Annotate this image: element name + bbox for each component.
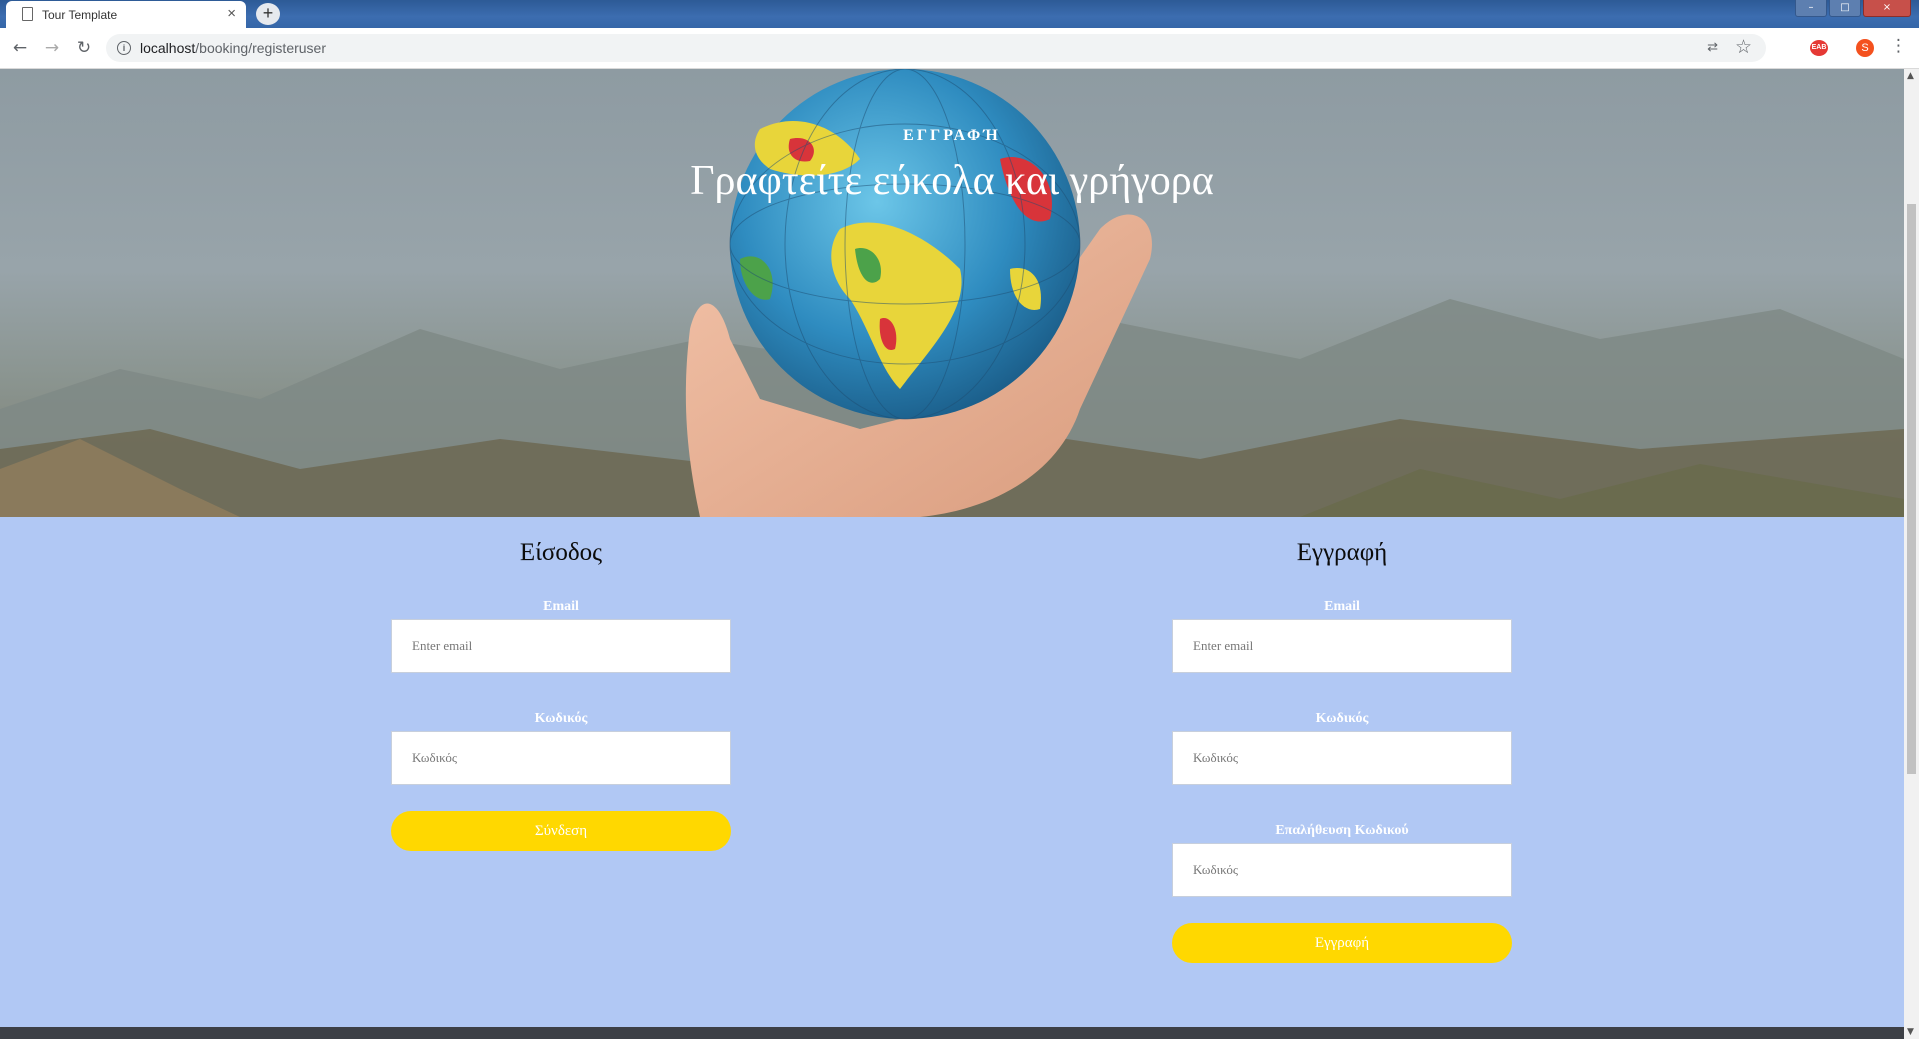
scrollbar-thumb[interactable]: [1907, 204, 1916, 774]
register-button[interactable]: Εγγραφή: [1172, 923, 1512, 963]
tab-strip: Tour Template × + – □ ×: [0, 0, 1919, 28]
register-confirm-label: Επαλήθευση Κωδικού: [1275, 823, 1409, 838]
close-window-button[interactable]: ×: [1863, 0, 1911, 17]
tab-title: Tour Template: [42, 8, 118, 22]
maximize-button[interactable]: □: [1829, 0, 1861, 17]
address-bar[interactable]: i localhost/booking/registeruser ⇄ ☆: [106, 34, 1766, 62]
login-password-input[interactable]: [391, 731, 731, 785]
browser-tab[interactable]: Tour Template ×: [6, 1, 246, 28]
profile-avatar[interactable]: S: [1856, 39, 1874, 57]
register-email-label: Email: [1324, 599, 1360, 614]
url-host: localhost: [140, 40, 196, 56]
register-confirm-input[interactable]: [1172, 843, 1512, 897]
minimize-button[interactable]: –: [1795, 0, 1827, 17]
hero-banner: ΕΓΓΡΑΦΉ Γραφτείτε εύκολα και γρήγορα: [0, 69, 1904, 517]
register-heading: Εγγραφή: [1296, 539, 1388, 566]
login-heading: Είσοδος: [519, 539, 603, 566]
window-controls: – □ ×: [1793, 0, 1911, 17]
bookmark-star-icon[interactable]: ☆: [1735, 36, 1752, 58]
footer-edge: [0, 1027, 1904, 1039]
browser-menu-icon[interactable]: ⋮: [1890, 36, 1907, 56]
page-scrollbar[interactable]: ▲ ▼: [1904, 69, 1919, 1039]
close-tab-icon[interactable]: ×: [227, 5, 236, 22]
login-button[interactable]: Σύνδεση: [391, 811, 731, 851]
back-icon[interactable]: ←: [8, 36, 32, 60]
login-password-label: Κωδικός: [534, 711, 588, 726]
reload-icon[interactable]: ↻: [72, 36, 96, 60]
hero-title: Γραφτείτε εύκολα και γρήγορα: [690, 158, 1214, 204]
new-tab-button[interactable]: +: [256, 3, 280, 25]
register-password-input[interactable]: [1172, 731, 1512, 785]
register-email-input[interactable]: [1172, 619, 1512, 673]
page-viewport: ΕΓΓΡΑΦΉ Γραφτείτε εύκολα και γρήγορα Είσ…: [0, 69, 1904, 1039]
url-text[interactable]: localhost/booking/registeruser: [140, 40, 326, 56]
register-password-label: Κωδικός: [1315, 711, 1369, 726]
browser-toolbar: ← → ↻ i localhost/booking/registeruser ⇄…: [0, 28, 1919, 69]
scroll-down-icon[interactable]: ▼: [1907, 1027, 1914, 1037]
extension-icon[interactable]: EAB: [1810, 40, 1828, 56]
url-path: /booking/registeruser: [195, 40, 327, 56]
login-email-input[interactable]: [391, 619, 731, 673]
site-info-icon[interactable]: i: [117, 41, 131, 55]
hero-eyebrow: ΕΓΓΡΑΦΉ: [903, 127, 1001, 144]
scroll-up-icon[interactable]: ▲: [1907, 71, 1914, 81]
forward-icon[interactable]: →: [40, 36, 64, 60]
login-email-label: Email: [543, 599, 579, 614]
page-icon: [22, 7, 33, 21]
translate-icon[interactable]: ⇄: [1707, 39, 1718, 55]
